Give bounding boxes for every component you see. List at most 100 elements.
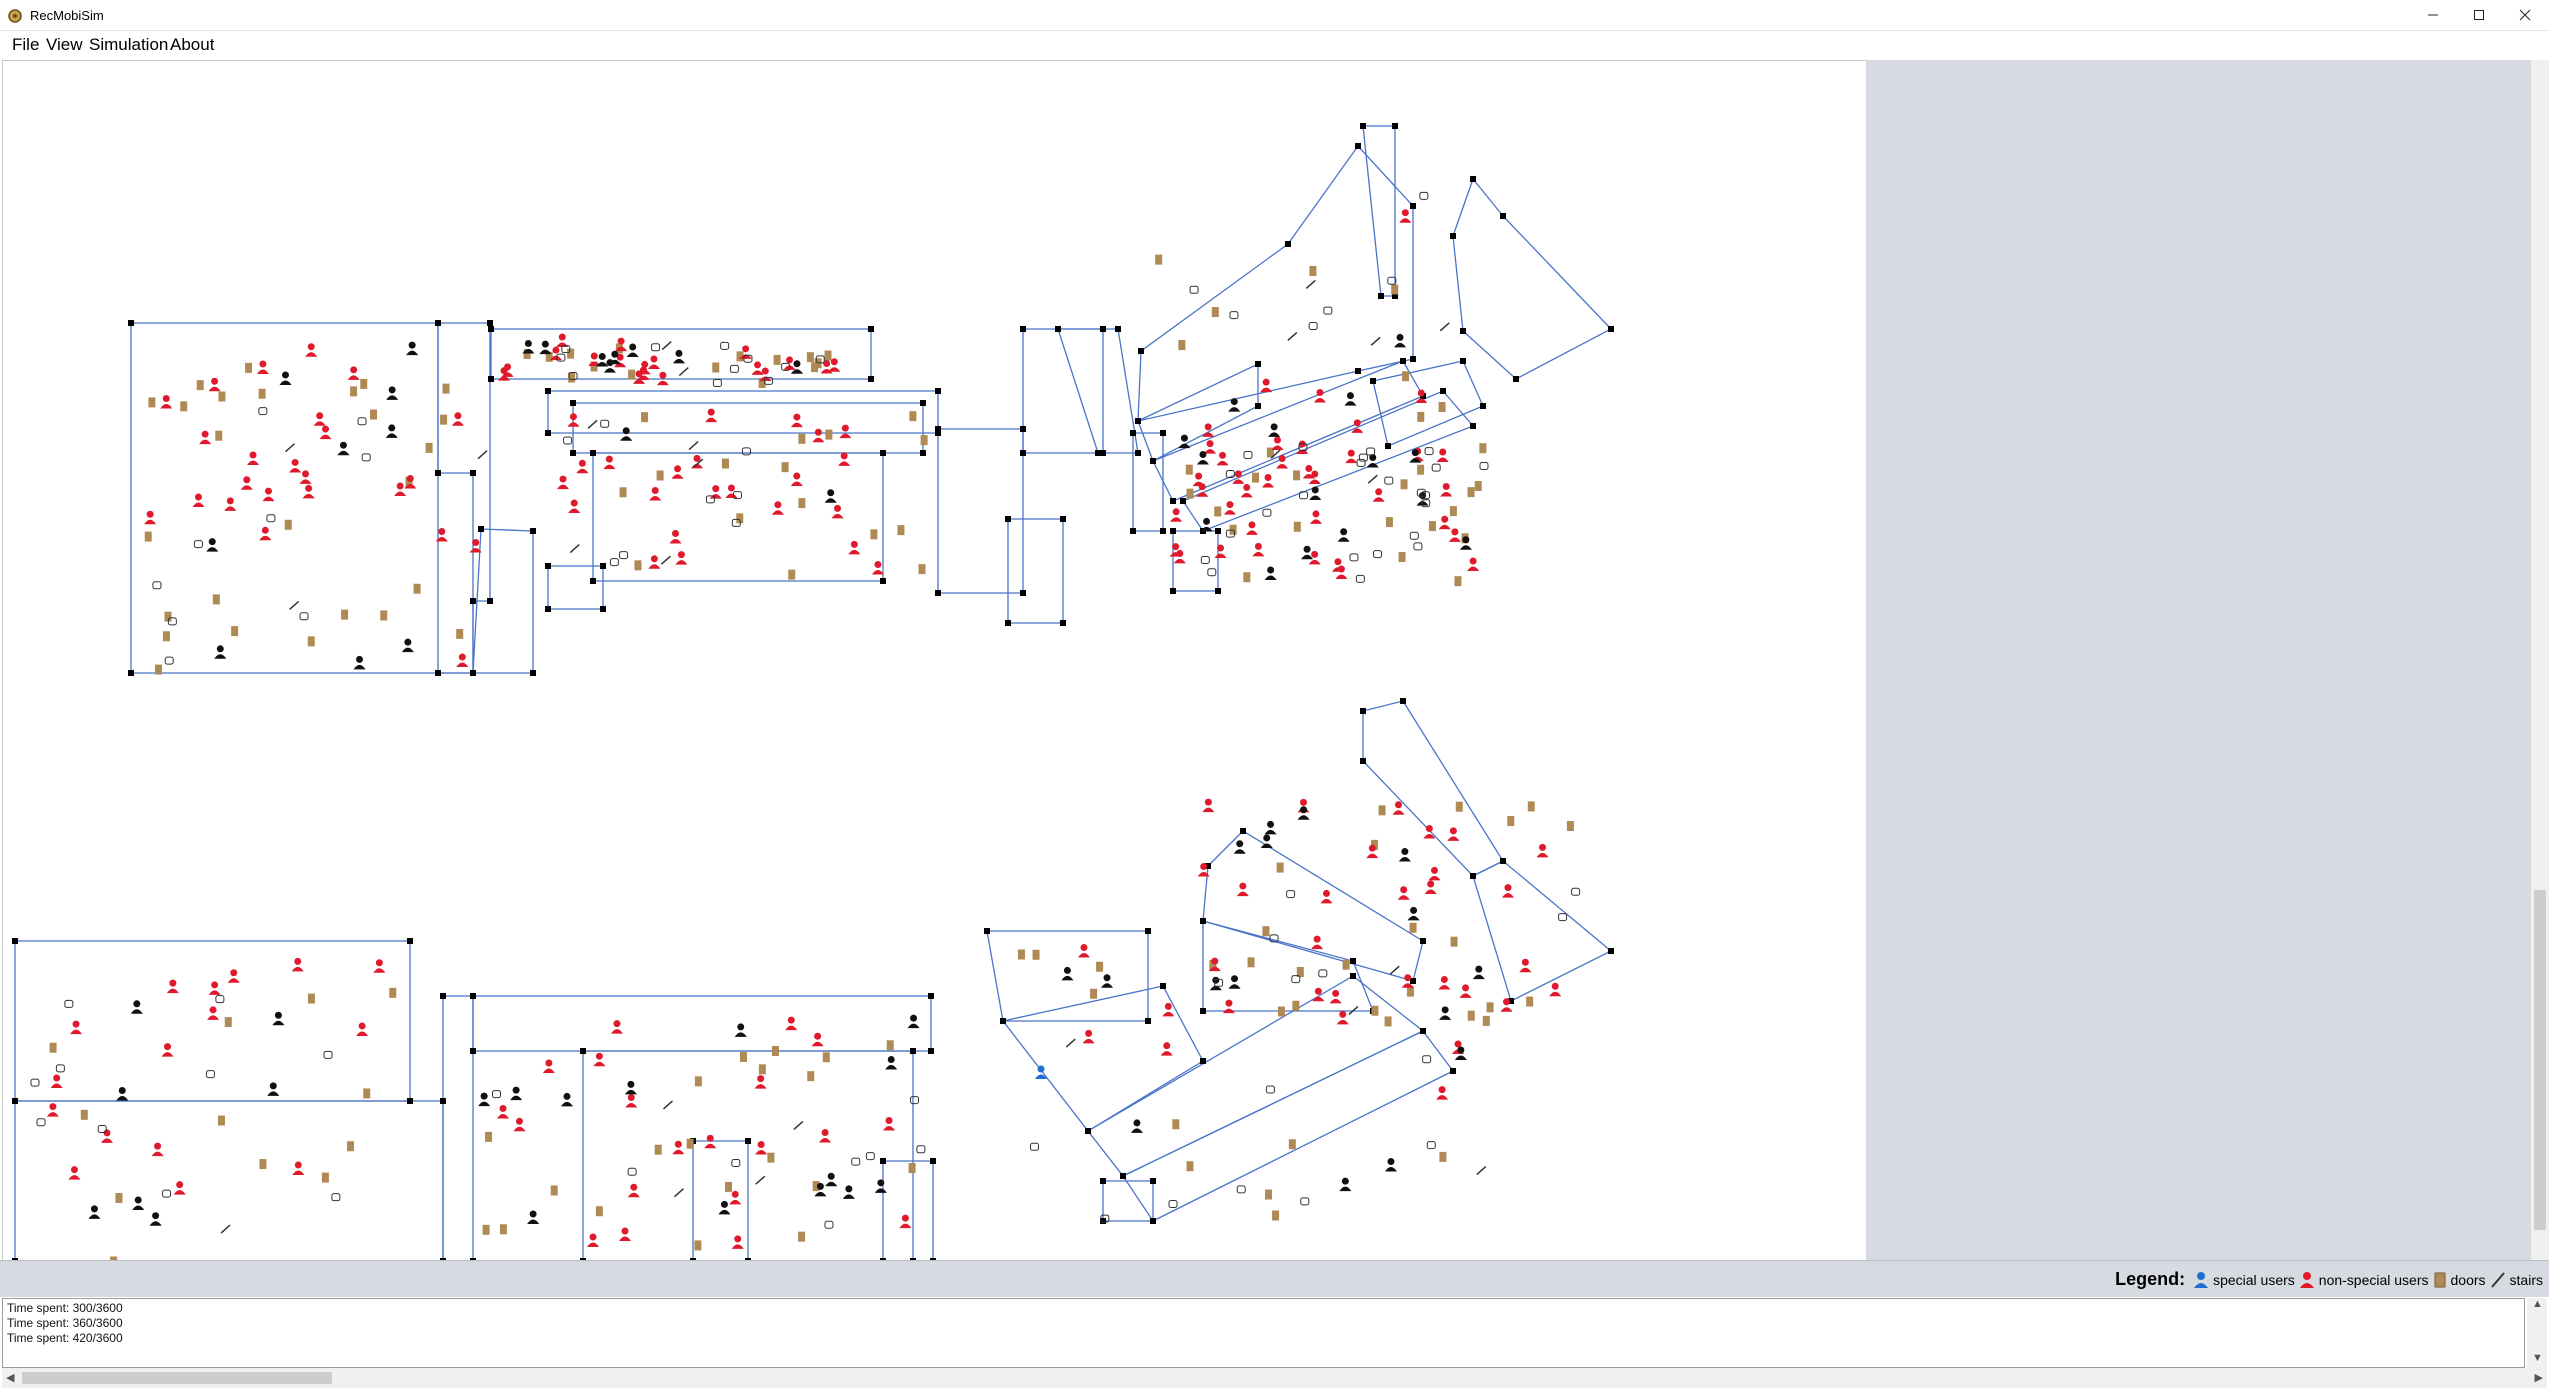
wall-vertex — [1055, 326, 1061, 332]
scroll-left-icon[interactable]: ◀ — [6, 1371, 14, 1384]
horizontal-scroll-thumb[interactable] — [22, 1372, 332, 1384]
non-special-user — [819, 1129, 832, 1143]
door-marker — [1402, 371, 1410, 382]
door-marker — [724, 1181, 732, 1192]
non-special-user — [839, 424, 852, 439]
wall-vertex — [470, 598, 476, 604]
wall-vertex — [530, 670, 536, 676]
non-special-user — [1536, 843, 1549, 858]
vertical-scroll-thumb[interactable] — [2534, 890, 2546, 1230]
simulated-agent — [825, 1172, 838, 1187]
simulated-agent — [1209, 976, 1222, 991]
non-special-user — [1436, 1086, 1449, 1100]
menu-view[interactable]: View — [46, 35, 83, 55]
furniture-marker — [1318, 969, 1328, 978]
scroll-down-icon[interactable]: ▼ — [2532, 1352, 2543, 1364]
non-special-user — [1329, 989, 1342, 1004]
wall-vertex — [1513, 376, 1519, 382]
door-marker — [1467, 1010, 1475, 1021]
door-marker — [694, 1240, 702, 1251]
wall-vertex — [1135, 418, 1141, 424]
non-special-user — [649, 487, 662, 501]
menu-about[interactable]: About — [170, 35, 214, 55]
simulation-log[interactable]: Time spent: 300/3600 Time spent: 360/360… — [2, 1298, 2525, 1368]
non-special-user — [1202, 798, 1215, 813]
furniture-marker — [266, 514, 276, 523]
stairs-marker — [1389, 965, 1400, 975]
non-special-user — [1214, 544, 1227, 559]
non-special-user — [1311, 935, 1324, 950]
non-special-user — [144, 510, 157, 525]
stairs-marker — [678, 366, 689, 377]
door-marker — [634, 560, 642, 571]
door-marker — [694, 1076, 702, 1087]
log-vertical-scrollbar[interactable]: ▲ ▼ — [2527, 1298, 2547, 1368]
door-marker — [1342, 959, 1350, 970]
non-special-user — [199, 430, 212, 445]
door-marker — [1454, 576, 1462, 587]
door-marker — [212, 594, 220, 605]
non-special-user — [292, 1161, 305, 1176]
door-marker — [380, 610, 388, 621]
door-marker — [1293, 470, 1301, 481]
door-marker — [798, 433, 806, 444]
map-vertical-scrollbar[interactable] — [2531, 60, 2549, 1260]
furniture-marker — [627, 1167, 637, 1176]
log-line: Time spent: 360/3600 — [7, 1316, 123, 1330]
furniture-marker — [1168, 1199, 1178, 1208]
wall-vertex — [1470, 423, 1476, 429]
menu-file[interactable]: File — [12, 35, 39, 55]
furniture-marker — [1358, 453, 1368, 462]
door-marker — [215, 430, 223, 441]
wall-vertex — [1360, 123, 1366, 129]
wall-vertex — [1215, 528, 1221, 534]
non-special-user — [729, 1190, 742, 1205]
door-marker — [148, 397, 156, 408]
door-marker — [739, 1052, 747, 1063]
maximize-button[interactable] — [2456, 0, 2502, 30]
door-marker — [1211, 307, 1219, 318]
wall-vertex — [1020, 450, 1026, 456]
wall-vertex — [407, 1098, 413, 1104]
simulated-agent — [1061, 966, 1074, 981]
non-special-user — [240, 476, 253, 490]
stairs-marker — [661, 340, 672, 351]
door-marker — [259, 1159, 267, 1170]
door-marker — [1178, 340, 1186, 351]
furniture-marker — [851, 1157, 861, 1166]
door-marker — [1438, 401, 1446, 412]
scroll-right-icon[interactable]: ▶ — [2535, 1371, 2543, 1384]
close-button[interactable] — [2502, 0, 2548, 30]
menu-simulation[interactable]: Simulation — [89, 35, 168, 55]
non-special-user — [291, 957, 304, 972]
door-marker — [1378, 805, 1386, 816]
wall-vertex — [570, 450, 576, 456]
floor-plan-map[interactable] — [3, 61, 1867, 1261]
door-marker — [771, 1045, 779, 1056]
non-special-user — [160, 394, 173, 409]
simulated-agent — [539, 340, 552, 355]
horizontal-scrollbar[interactable]: ◀ ▶ — [2, 1368, 2547, 1388]
stairs-marker — [1065, 1038, 1076, 1048]
non-special-user — [313, 412, 326, 426]
minimize-button[interactable] — [2410, 0, 2456, 30]
simulated-agent — [624, 1080, 637, 1095]
door-marker — [1449, 506, 1457, 517]
non-special-user — [259, 526, 272, 541]
non-special-user — [1170, 508, 1183, 522]
non-special-user — [871, 561, 884, 575]
non-special-user — [556, 333, 569, 348]
map-canvas[interactable] — [2, 60, 1867, 1261]
door-marker — [886, 1040, 894, 1051]
wall-vertex — [435, 670, 441, 676]
wall-vertex — [1020, 426, 1026, 432]
non-special-user — [567, 413, 580, 427]
door-marker — [822, 1052, 830, 1063]
door-marker — [456, 628, 464, 639]
stairs-marker — [660, 555, 671, 565]
furniture-marker — [357, 417, 367, 426]
door-marker — [1526, 996, 1534, 1007]
scroll-up-icon[interactable]: ▲ — [2532, 1298, 2543, 1310]
wall-vertex — [1450, 1068, 1456, 1074]
door-marker — [1243, 572, 1251, 583]
